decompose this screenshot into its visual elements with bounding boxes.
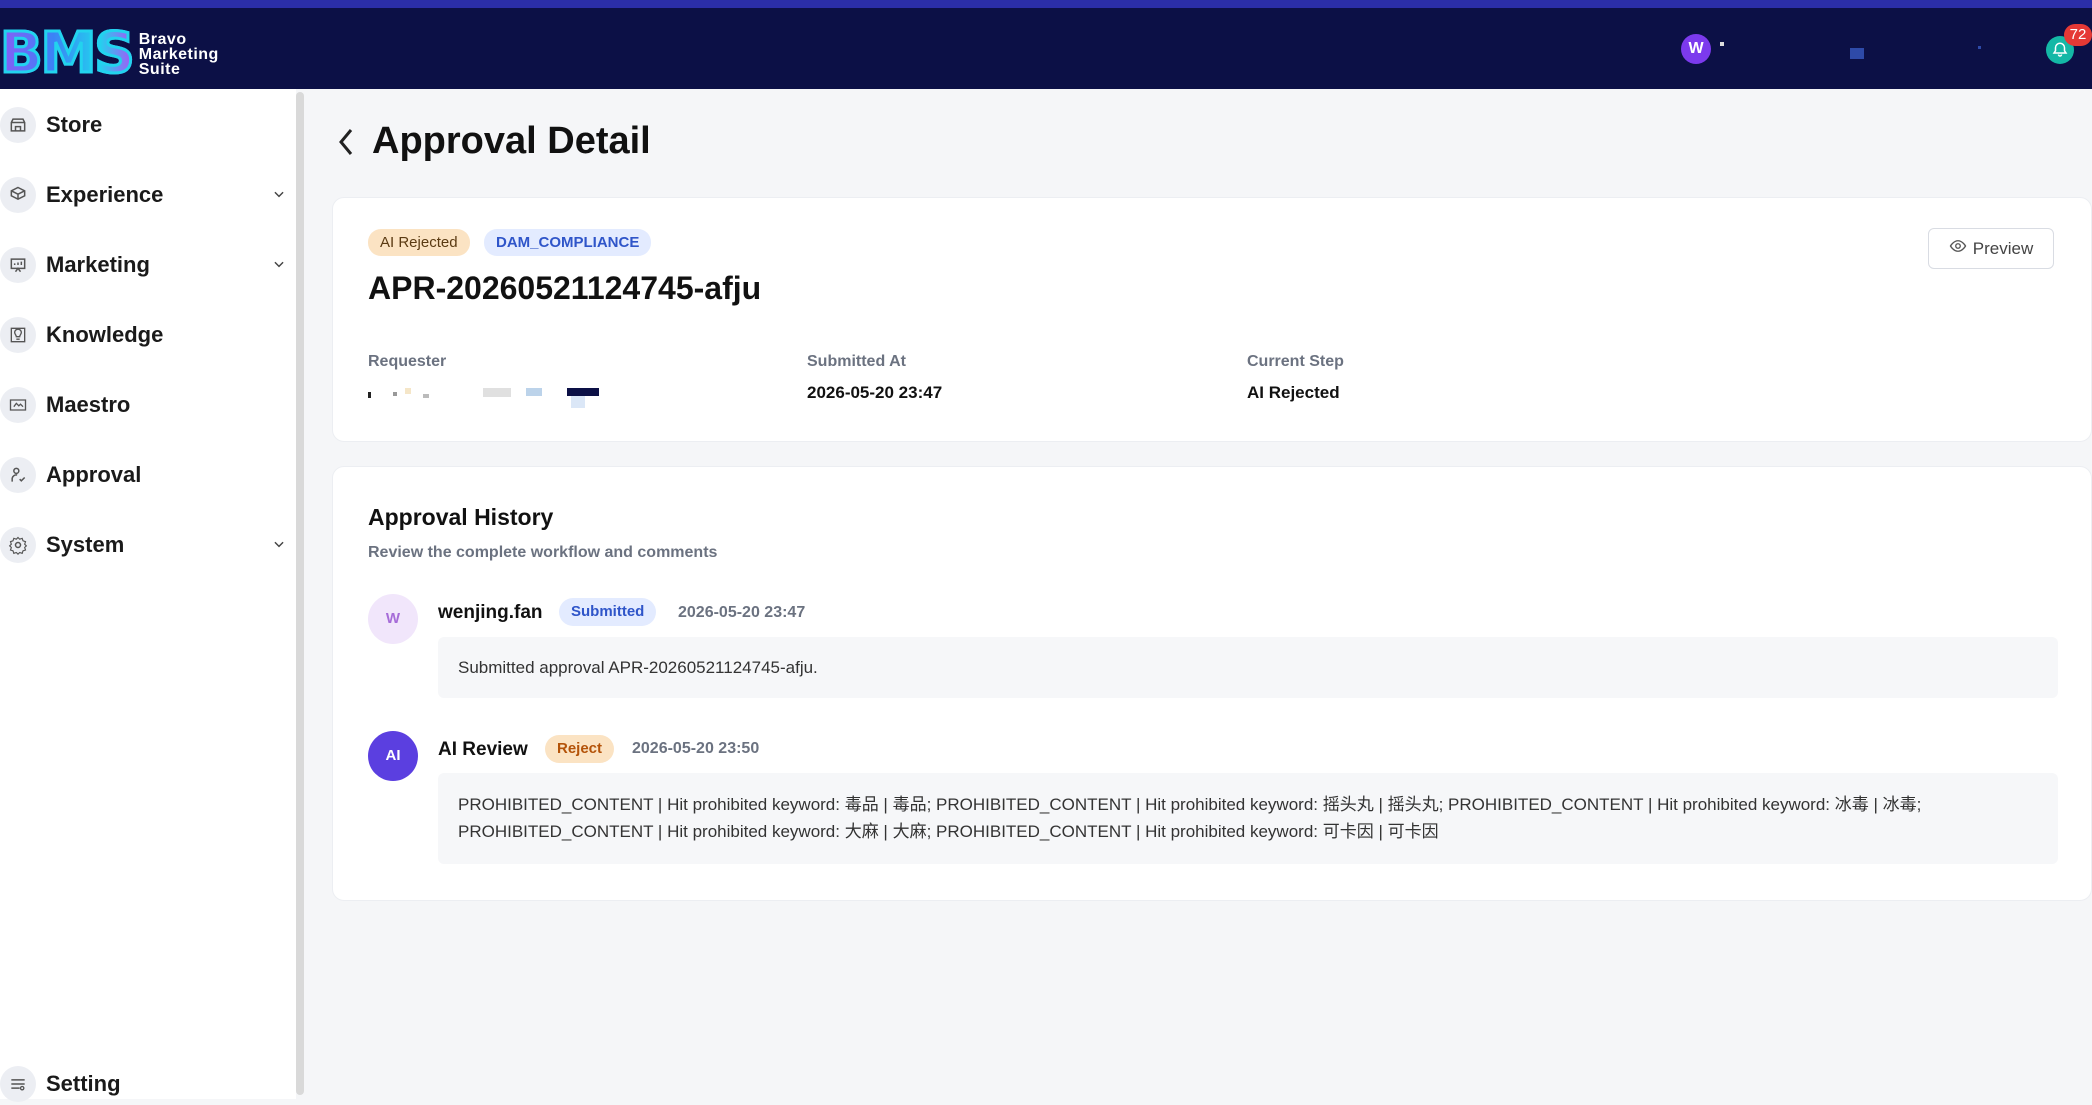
chevron-down-icon[interactable] (272, 257, 286, 276)
sidebar-item-experience[interactable]: Experience (0, 173, 296, 217)
status-badge: AI Rejected (368, 229, 470, 256)
experience-icon (0, 177, 36, 213)
entry-author: wenjing.fan (438, 602, 543, 623)
avatar: W (368, 594, 418, 644)
page-header: Approval Detail (334, 120, 651, 163)
brand-line3: Suite (138, 60, 181, 78)
entry-timestamp: 2026-05-20 23:47 (678, 604, 806, 621)
entry-comment-line: PROHIBITED_CONTENT | Hit prohibited keyw… (458, 795, 1922, 814)
sidebar-item-knowledge[interactable]: Knowledge (0, 313, 296, 357)
submitted-at-value: 2026-05-20 23:47 (807, 383, 943, 402)
top-accent-stripe (0, 0, 2092, 8)
current-step-label: Current Step (1247, 353, 1344, 370)
sidebar-item-label: Setting (46, 1071, 121, 1096)
sidebar-item-marketing[interactable]: Marketing (0, 243, 296, 287)
sidebar-item-setting[interactable]: Setting (0, 1063, 296, 1105)
notification-count-badge: 72 (2064, 24, 2092, 46)
brand-wordmark: Bravo Marketing Suite (138, 30, 219, 78)
redacted-block (1850, 48, 1864, 59)
sidebar-scrollbar[interactable] (296, 92, 304, 1095)
entry-author: AI Review (438, 739, 528, 760)
sidebar-item-label: Knowledge (46, 322, 164, 347)
eye-icon (1949, 237, 1967, 260)
submitted-at-label: Submitted At (807, 353, 906, 370)
entry-comment: Submitted approval APR-20260521124745-af… (438, 637, 2058, 698)
top-navbar: BMS Bravo Marketing Suite (0, 8, 2092, 89)
sidebar-item-label: Approval (46, 462, 142, 487)
entry-comment-line: PROHIBITED_CONTENT | Hit prohibited keyw… (458, 822, 1439, 841)
chevron-down-icon[interactable] (272, 537, 286, 556)
maestro-icon (0, 387, 36, 423)
approval-summary-card: AI Rejected DAM_COMPLIANCE APR-202605211… (332, 197, 2092, 442)
type-badge: DAM_COMPLIANCE (484, 229, 652, 256)
chevron-down-icon[interactable] (272, 187, 286, 206)
sidebar-item-label: Store (46, 112, 103, 137)
sidebar-item-system[interactable]: System (0, 523, 296, 567)
sidebar-item-store[interactable]: Store (0, 103, 296, 147)
redacted-dot (1978, 46, 1981, 49)
user-name-redacted (1720, 42, 1724, 46)
approval-history-card: Approval History Review the complete wor… (332, 466, 2092, 901)
setting-icon (0, 1066, 36, 1102)
sidebar-item-approval[interactable]: Approval (0, 453, 296, 497)
preview-label: Preview (1972, 238, 2034, 258)
sidebar-item-label: Experience (46, 182, 164, 207)
action-badge: Reject (545, 735, 615, 763)
brand-line2: Marketing (138, 45, 219, 63)
brand-line1: Bravo (138, 30, 187, 48)
knowledge-icon (0, 317, 36, 353)
sidebar (0, 89, 296, 1099)
user-avatar[interactable]: W (1681, 34, 1711, 64)
current-step-value: AI Rejected (1247, 383, 1340, 402)
page-title: Approval Detail (372, 120, 651, 162)
history-subtitle: Review the complete workflow and comment… (368, 544, 718, 561)
requester-label: Requester (368, 353, 447, 370)
brand-mark: BMS (0, 21, 136, 86)
avatar: AI (368, 731, 418, 781)
marketing-icon (0, 247, 36, 283)
store-icon (0, 107, 36, 143)
back-arrow-icon[interactable] (334, 124, 362, 160)
history-title: Approval History (368, 504, 554, 530)
brand-logo[interactable]: BMS Bravo Marketing Suite (0, 21, 219, 86)
system-icon (0, 527, 36, 563)
preview-button[interactable]: Preview (1928, 228, 2054, 269)
action-badge: Submitted (559, 598, 657, 626)
entry-comment: PROHIBITED_CONTENT | Hit prohibited keyw… (438, 773, 2058, 864)
approval-id: APR-20260521124745-afju (368, 270, 762, 306)
sidebar-item-label: System (46, 532, 125, 557)
entry-timestamp: 2026-05-20 23:50 (632, 740, 760, 757)
sidebar-item-label: Maestro (46, 392, 131, 417)
sidebar-item-maestro[interactable]: Maestro (0, 383, 296, 427)
sidebar-item-label: Marketing (46, 252, 150, 277)
approval-icon (0, 457, 36, 493)
